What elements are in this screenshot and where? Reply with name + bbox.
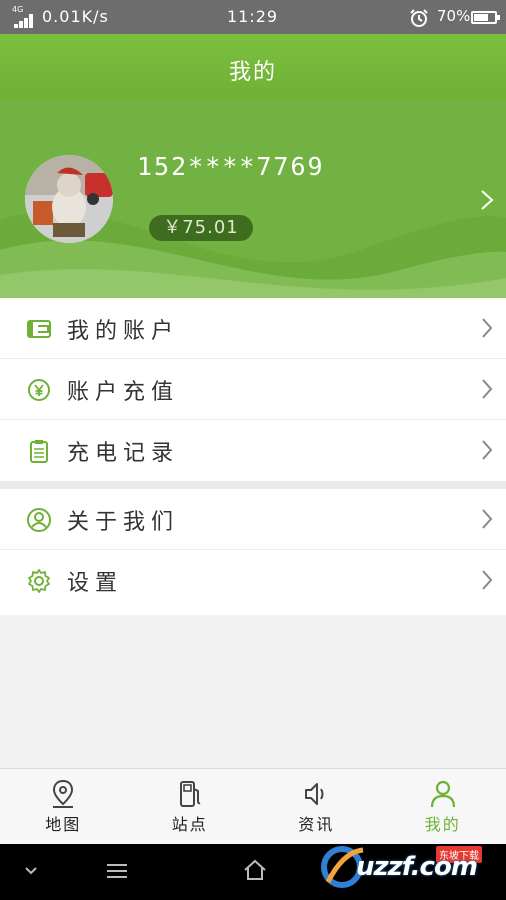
clock: 11:29 (227, 7, 279, 26)
menu-item-my-account[interactable]: 我的账户 (0, 298, 506, 359)
nav-label: 资讯 (298, 815, 335, 834)
nav-news[interactable]: 资讯 (253, 769, 380, 844)
menu-item-recharge[interactable]: 账户充值 (0, 359, 506, 420)
battery-percent: 70% (437, 7, 471, 25)
menu-item-label: 账户充值 (67, 380, 180, 405)
yen-icon (28, 379, 50, 401)
fuel-station-icon (179, 781, 201, 807)
gear-icon (28, 569, 50, 593)
avatar[interactable] (25, 155, 113, 243)
chevron-right-icon (482, 440, 493, 460)
menu-item-label: 我的账户 (67, 319, 180, 344)
watermark-text: uzzf.com (356, 852, 478, 882)
menu-icon[interactable] (106, 862, 128, 880)
nav-label: 站点 (171, 815, 208, 834)
status-bar: 4G 0.01K/s 11:29 70% (0, 0, 506, 34)
network-speed: 0.01K/s (42, 7, 109, 26)
map-pin-icon (53, 779, 74, 808)
profile-card[interactable]: 152****7769 ￥75.01 (0, 100, 506, 298)
section-divider (0, 481, 506, 489)
user-circle-icon (27, 508, 51, 532)
menu-group-account: 我的账户 账户充值 充电记录 (0, 298, 506, 481)
chevron-down-icon[interactable] (24, 866, 38, 876)
nav-mine[interactable]: 我的 (380, 769, 506, 844)
wallet-icon (27, 320, 51, 338)
watermark-logo: 东坡下载 uzzf.com (318, 838, 502, 894)
menu-item-about-us[interactable]: 关于我们 (0, 489, 506, 550)
nav-stations[interactable]: 站点 (127, 769, 254, 844)
chevron-right-icon (481, 190, 494, 210)
battery-icon (471, 11, 500, 24)
nav-map[interactable]: 地图 (0, 769, 127, 844)
bottom-nav: 地图 站点 资讯 我的 (0, 768, 506, 844)
network-type: 4G (12, 5, 24, 14)
chevron-right-icon (482, 379, 493, 399)
home-icon[interactable] (243, 858, 267, 882)
phone-number: 152****7769 (137, 152, 325, 181)
chevron-right-icon (482, 509, 493, 529)
signal-icon (14, 14, 36, 28)
chevron-right-icon (482, 318, 493, 338)
alarm-icon (410, 9, 428, 27)
person-icon (430, 780, 455, 808)
menu-item-label: 设置 (67, 571, 124, 596)
menu-item-label: 关于我们 (67, 510, 180, 535)
chevron-right-icon (482, 570, 493, 590)
speaker-icon (305, 783, 324, 805)
nav-label: 我的 (424, 815, 461, 834)
menu-item-settings[interactable]: 设置 (0, 550, 506, 611)
balance-badge: ￥75.01 (149, 215, 253, 241)
nav-label: 地图 (45, 815, 82, 834)
menu-group-app: 关于我们 设置 (0, 489, 506, 615)
clipboard-icon (30, 440, 48, 463)
page-title: 我的 (228, 60, 277, 85)
menu-item-label: 充电记录 (67, 441, 180, 466)
header-bar: 我的 (0, 34, 506, 100)
menu-item-charging-records[interactable]: 充电记录 (0, 420, 506, 481)
